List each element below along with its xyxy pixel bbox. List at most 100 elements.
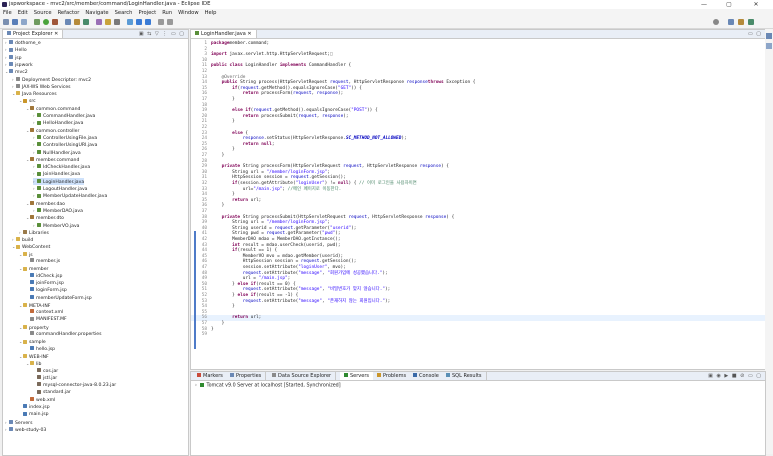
tree-item[interactable]: ⌄ mvc2	[5, 68, 28, 75]
outline-icon[interactable]	[766, 33, 772, 39]
menu-help[interactable]: Help	[202, 9, 220, 17]
tree-item[interactable]: ⌄ WEB-INF	[19, 353, 49, 360]
tree-item[interactable]: › JoinHandler.java	[33, 170, 80, 177]
tab-properties[interactable]: Properties	[226, 372, 267, 380]
new-package-icon[interactable]	[74, 19, 80, 25]
tree-item[interactable]: mysql-connector-java-8.0.23.jar	[33, 382, 116, 389]
menu-source[interactable]: Source	[31, 9, 55, 17]
tree-item[interactable]: ⌄ member.dto	[26, 214, 64, 221]
open-task-icon[interactable]	[105, 19, 111, 25]
new-class-icon[interactable]	[83, 19, 89, 25]
tab-project-explorer[interactable]: Project Explorer ✕	[3, 30, 64, 38]
menu-run[interactable]: Run	[159, 9, 175, 17]
annotation-prev-icon[interactable]	[145, 19, 151, 25]
forward-icon[interactable]	[167, 19, 173, 25]
minimize-button[interactable]: —	[693, 0, 715, 9]
run-icon[interactable]	[43, 19, 49, 25]
tree-item[interactable]: › Hello	[5, 46, 27, 53]
new-icon[interactable]	[3, 19, 9, 25]
quick-access-search-icon[interactable]	[713, 19, 719, 25]
tree-item[interactable]: › dothome_e	[5, 39, 41, 46]
tab-markers[interactable]: Markers	[193, 372, 228, 380]
menu-window[interactable]: Window	[175, 9, 201, 17]
tree-item[interactable]: memberUpdateForm.jsp	[26, 294, 92, 302]
menu-file[interactable]: File	[0, 9, 15, 17]
tree-item[interactable]: › ControllerUsingURI.java	[33, 141, 97, 148]
servers-view-toolbar[interactable]: ▣ ◉ ▶ ■ ⊘ ▭ ▢	[708, 372, 762, 380]
external-tools-icon[interactable]	[52, 19, 58, 25]
task-list-icon[interactable]	[766, 43, 772, 49]
tree-item[interactable]: › LogoutHandler.java	[33, 185, 87, 192]
tree-item[interactable]: ⌄ common.command	[26, 105, 80, 112]
debug-icon[interactable]	[34, 19, 40, 25]
menu-project[interactable]: Project	[135, 9, 159, 17]
tree-item[interactable]: main.jsp	[19, 411, 49, 418]
tree-item[interactable]: › jsp	[5, 54, 22, 61]
tree-item[interactable]: › CommandHandler.java	[33, 112, 95, 119]
expand-twisty-icon[interactable]: ›	[195, 384, 197, 389]
tab-data-source-explorer[interactable]: Data Source Explorer	[268, 372, 337, 380]
tree-item[interactable]: ⌄ js	[19, 251, 33, 258]
tab-loginhandler-java[interactable]: LoginHandler.java ✕	[191, 30, 257, 38]
tree-item[interactable]: › MemberVO.java	[33, 222, 79, 229]
tree-item[interactable]: › Servers	[5, 419, 32, 426]
save-all-icon[interactable]	[21, 19, 27, 25]
tree-item[interactable]: › JAX-WS Web Services	[12, 83, 71, 90]
tree-item[interactable]: › build	[12, 236, 33, 243]
tree-item[interactable]: joinForm.jsp	[26, 280, 64, 287]
toggle-mark-icon[interactable]	[127, 19, 133, 25]
save-icon[interactable]	[12, 19, 18, 25]
search-icon[interactable]	[114, 19, 120, 25]
perspective-icon[interactable]	[728, 19, 734, 25]
tab-problems[interactable]: Problems	[373, 372, 412, 380]
menu-navigate[interactable]: Navigate	[82, 9, 111, 17]
tree-item[interactable]: loginForm.jsp	[26, 287, 67, 294]
tree-item[interactable]: › Deployment Descriptor: mvc2	[12, 76, 91, 83]
menu-refactor[interactable]: Refactor	[55, 9, 83, 17]
explorer-view-toolbar[interactable]: ▣ ⇆ ▽ ⋮ ▭ ▢	[139, 30, 185, 38]
tree-item[interactable]: cos.jar	[33, 367, 58, 375]
tree-item[interactable]: commandHandler.properties	[26, 331, 102, 338]
code-area[interactable]: 1 packagemember.command; 2 3 import javax.se…	[191, 39, 765, 369]
menu-search[interactable]: Search	[112, 9, 136, 17]
tree-item[interactable]: › HelloHandler.java	[33, 119, 83, 126]
tree-item[interactable]: ⌄ member.command	[26, 156, 79, 163]
tree-item[interactable]: ⌄ common.controller	[26, 127, 79, 134]
tree-item[interactable]: standard.jar	[33, 389, 71, 396]
tab-servers[interactable]: Servers	[340, 372, 375, 380]
tree-item[interactable]: › MemberUpdateHandler.java	[33, 192, 107, 199]
tree-item[interactable]: › MemberDAO.java	[33, 207, 83, 214]
annotation-next-icon[interactable]	[136, 19, 142, 25]
tree-item[interactable]: › LoginHandler.java	[33, 177, 85, 185]
tree-item[interactable]: › Libraries	[19, 229, 49, 236]
tree-item[interactable]: index.jsp	[19, 404, 50, 411]
tree-item[interactable]: ⌄ Java Resources	[12, 90, 57, 97]
back-icon[interactable]	[158, 19, 164, 25]
tab-console[interactable]: Console	[409, 372, 444, 380]
tree-item[interactable]: ⌄ src	[19, 97, 36, 104]
tree-item[interactable]: › web-study-03	[5, 426, 46, 433]
tree-item[interactable]: › jspwork	[5, 61, 33, 68]
tree-item[interactable]: ⌄ META-INF	[19, 302, 50, 309]
tree-item[interactable]: jstl.jar	[33, 375, 57, 382]
new-java-project-icon[interactable]	[65, 19, 71, 25]
tree-item[interactable]: › IdCheckHandler.java	[33, 163, 90, 170]
java-ee-perspective-icon[interactable]	[738, 19, 744, 25]
tree-item[interactable]: hello.jsp	[26, 345, 55, 353]
tree-item[interactable]: ⌄ WebContent	[12, 243, 50, 250]
tree-item[interactable]: web.xml	[26, 396, 55, 404]
maximize-button[interactable]: ▢	[718, 0, 740, 9]
tree-item[interactable]: context.xml	[26, 309, 63, 316]
tree-item[interactable]: ⌄ member	[19, 265, 48, 272]
tab-sql-results[interactable]: SQL Results	[442, 372, 487, 380]
tree-item[interactable]: ⌄ member.dao	[26, 200, 65, 207]
tree-item[interactable]: › ControllerUsingFile.java	[33, 134, 97, 141]
menu-edit[interactable]: Edit	[15, 9, 31, 17]
java-perspective-icon[interactable]	[748, 19, 754, 25]
tree-item[interactable]: ⌄ lib	[26, 360, 41, 367]
close-button[interactable]: ✕	[745, 0, 767, 9]
tree-item[interactable]: idCheck.jsp	[26, 272, 62, 280]
editor-view-toolbar[interactable]: ▭ ▢	[748, 30, 762, 38]
open-type-icon[interactable]	[96, 19, 102, 25]
server-row[interactable]: › Tomcat v9.0 Server at localhost [Start…	[195, 383, 341, 389]
